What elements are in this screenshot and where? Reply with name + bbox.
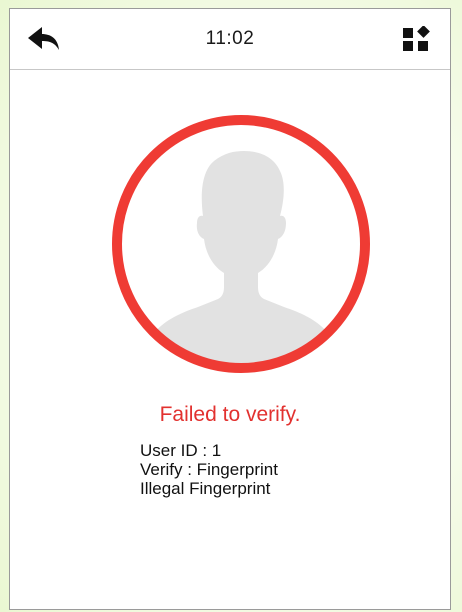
menu-button[interactable]: [400, 23, 432, 55]
verification-screen: 11:02 Failed to verify. User ID: 1 Veri…: [9, 8, 451, 610]
failure-reason-text: Illegal Fingerprint: [140, 479, 271, 498]
verification-status: Failed to verify.: [159, 403, 301, 426]
grid-menu-icon: [403, 26, 430, 51]
user-silhouette-icon: [112, 115, 370, 373]
verify-mode-text: Verify : Fingerprint: [140, 460, 278, 479]
clock: 11:02: [205, 28, 255, 49]
user-photo: [110, 113, 372, 375]
top-bar: 11:02: [10, 9, 450, 70]
verification-details: User ID : 1 Verify : Fingerprint Illegal…: [140, 441, 278, 498]
user-id-text: User ID : 1: [140, 441, 222, 460]
